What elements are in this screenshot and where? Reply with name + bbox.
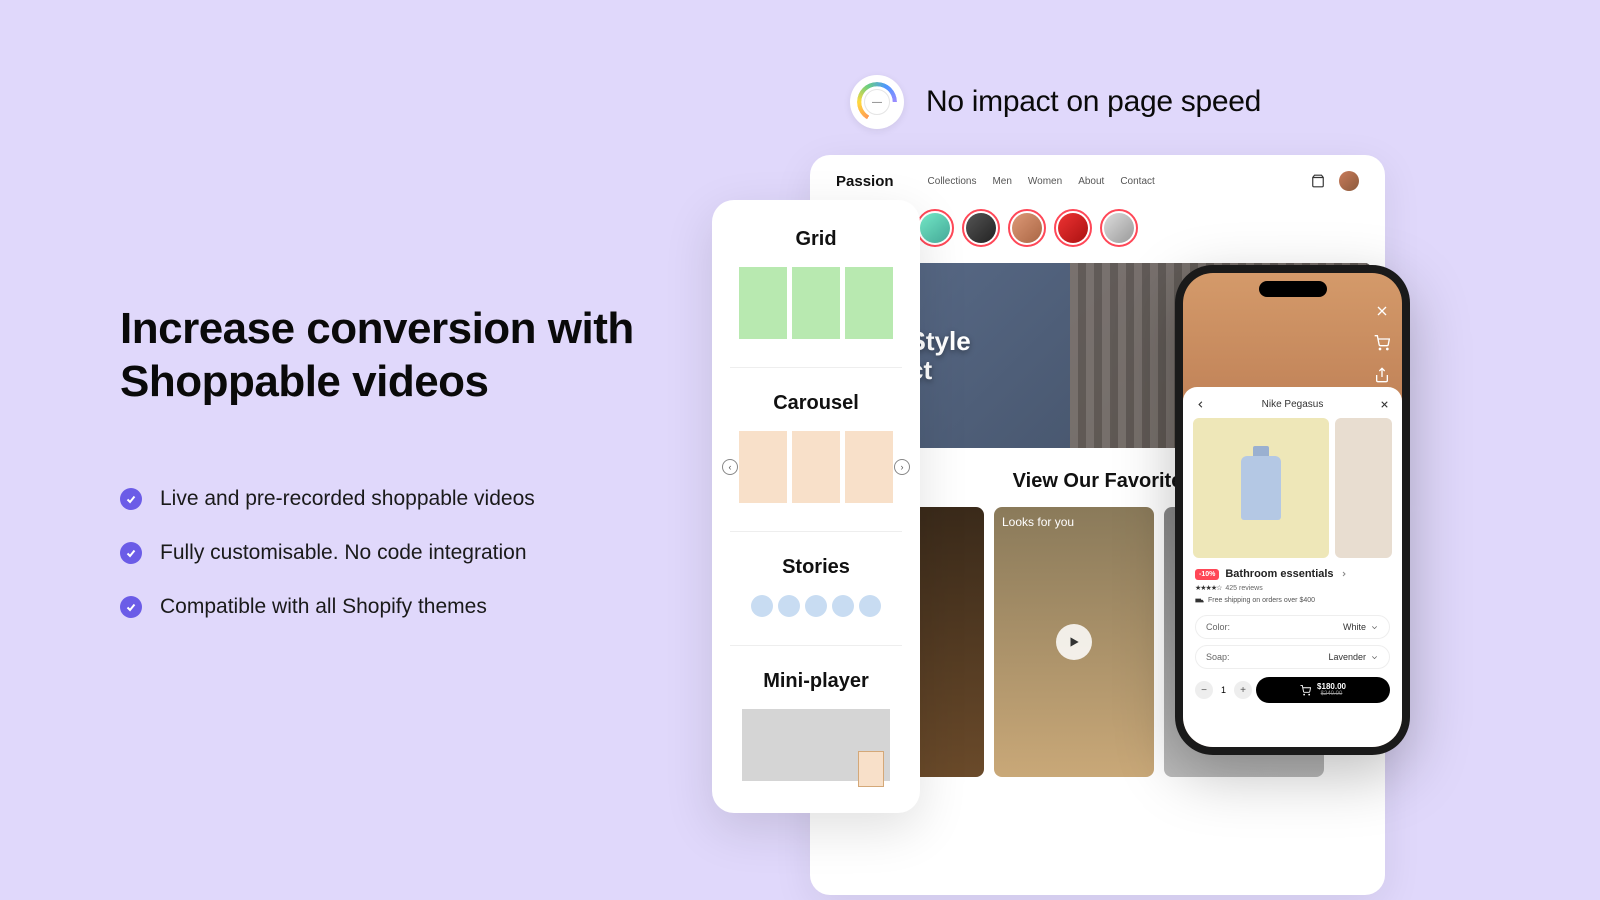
nav-link[interactable]: Men — [992, 176, 1011, 187]
shipping-info: Free shipping on orders over $400 — [1195, 596, 1390, 605]
hero-section: Increase conversion with Shoppable video… — [120, 303, 640, 649]
color-selector[interactable]: Color: White — [1195, 615, 1390, 639]
feature-text: Compatible with all Shopify themes — [160, 595, 487, 619]
chevron-right-icon[interactable]: › — [894, 459, 910, 475]
add-to-cart-button[interactable]: $180.00 $240.00 — [1256, 677, 1390, 703]
close-icon[interactable] — [1374, 303, 1390, 319]
layout-title: Stories — [730, 556, 902, 579]
overlay-actions — [1374, 303, 1390, 383]
site-nav: Collections Men Women About Contact — [928, 176, 1155, 187]
play-icon[interactable] — [1056, 624, 1092, 660]
site-logo[interactable]: Passion — [836, 173, 894, 190]
video-label: Looks for you — [1002, 515, 1074, 529]
layout-title: Carousel — [730, 392, 902, 415]
header-actions — [1311, 171, 1359, 191]
product-name[interactable]: Bathroom essentials — [1225, 568, 1333, 580]
story-bubble[interactable] — [1054, 209, 1092, 247]
layout-title: Mini-player — [730, 670, 902, 693]
layout-option-stories[interactable]: Stories — [730, 556, 902, 617]
video-thumbnail[interactable]: Looks for you — [994, 507, 1154, 777]
nav-link[interactable]: Collections — [928, 176, 977, 187]
feature-item: Compatible with all Shopify themes — [120, 595, 640, 619]
hero-title: Increase conversion with Shoppable video… — [120, 303, 640, 409]
feature-list: Live and pre-recorded shoppable videos F… — [120, 487, 640, 619]
speed-gauge-icon: — — [850, 75, 904, 129]
check-icon — [120, 542, 142, 564]
option-label: Color: — [1206, 622, 1230, 632]
story-bubble[interactable] — [962, 209, 1000, 247]
feature-text: Fully customisable. No code integration — [160, 541, 527, 565]
layout-option-miniplayer[interactable]: Mini-player — [730, 670, 902, 781]
hero-title-line2: Shoppable videos — [120, 357, 489, 406]
reviews-count: 425 reviews — [1225, 585, 1262, 592]
grid-preview — [730, 267, 902, 339]
option-value: Lavender — [1328, 652, 1366, 662]
cart-icon[interactable] — [1311, 174, 1325, 188]
feature-item: Live and pre-recorded shoppable videos — [120, 487, 640, 511]
product-sheet: Nike Pegasus -10% Bathroom essentials ★★… — [1183, 387, 1402, 747]
feature-text: Live and pre-recorded shoppable videos — [160, 487, 535, 511]
avatar[interactable] — [1339, 171, 1359, 191]
nav-link[interactable]: Contact — [1120, 176, 1154, 187]
stories-preview — [730, 595, 902, 617]
share-icon[interactable] — [1374, 367, 1390, 383]
speed-text: No impact on page speed — [926, 85, 1261, 119]
speed-badge-section: — No impact on page speed — [850, 75, 1261, 129]
rating: ★★★★☆ 425 reviews — [1195, 584, 1390, 592]
price: $180.00 — [1317, 683, 1346, 691]
cart-icon[interactable] — [1374, 335, 1390, 351]
chevron-down-icon — [1370, 653, 1379, 662]
story-bubble[interactable] — [916, 209, 954, 247]
option-value: White — [1343, 622, 1366, 632]
price-old: $240.00 — [1321, 691, 1343, 697]
chevron-left-icon[interactable]: ‹ — [722, 459, 738, 475]
layout-title: Grid — [730, 228, 902, 251]
check-icon — [120, 488, 142, 510]
product-gallery[interactable] — [1193, 418, 1392, 558]
chevron-down-icon — [1370, 623, 1379, 632]
chevron-left-icon[interactable] — [1195, 399, 1206, 410]
option-label: Soap: — [1206, 652, 1230, 662]
miniplayer-preview — [742, 709, 890, 781]
hero-title-line1: Increase conversion with — [120, 304, 634, 353]
product-image[interactable] — [1193, 418, 1329, 558]
speed-gauge-value: — — [864, 89, 890, 115]
story-bubble[interactable] — [1100, 209, 1138, 247]
soap-selector[interactable]: Soap: Lavender — [1195, 645, 1390, 669]
layouts-card: Grid Carousel ‹ › Stories Mini-player — [712, 200, 920, 813]
feature-item: Fully customisable. No code integration — [120, 541, 640, 565]
product-image[interactable] — [1335, 418, 1392, 558]
cart-icon — [1300, 685, 1311, 696]
phone-mockup: Nike Pegasus -10% Bathroom essentials ★★… — [1175, 265, 1410, 755]
increment-button[interactable]: + — [1234, 681, 1252, 699]
chevron-right-icon — [1340, 570, 1348, 578]
quantity-value: 1 — [1217, 685, 1230, 695]
add-to-cart-bar: − 1 + $180.00 $240.00 — [1195, 677, 1390, 703]
star-icon: ★★★★☆ — [1195, 584, 1221, 592]
layout-option-carousel[interactable]: Carousel ‹ › — [730, 392, 902, 503]
check-icon — [120, 596, 142, 618]
carousel-preview: ‹ › — [730, 431, 902, 503]
site-header: Passion Collections Men Women About Cont… — [810, 171, 1385, 203]
decrement-button[interactable]: − — [1195, 681, 1213, 699]
layout-option-grid[interactable]: Grid — [730, 228, 902, 339]
discount-badge: -10% — [1195, 569, 1219, 580]
shipping-text: Free shipping on orders over $400 — [1208, 597, 1315, 604]
nav-link[interactable]: Women — [1028, 176, 1062, 187]
close-icon[interactable] — [1379, 399, 1390, 410]
truck-icon — [1195, 596, 1204, 605]
sheet-title: Nike Pegasus — [1262, 399, 1324, 410]
story-bubble[interactable] — [1008, 209, 1046, 247]
nav-link[interactable]: About — [1078, 176, 1104, 187]
